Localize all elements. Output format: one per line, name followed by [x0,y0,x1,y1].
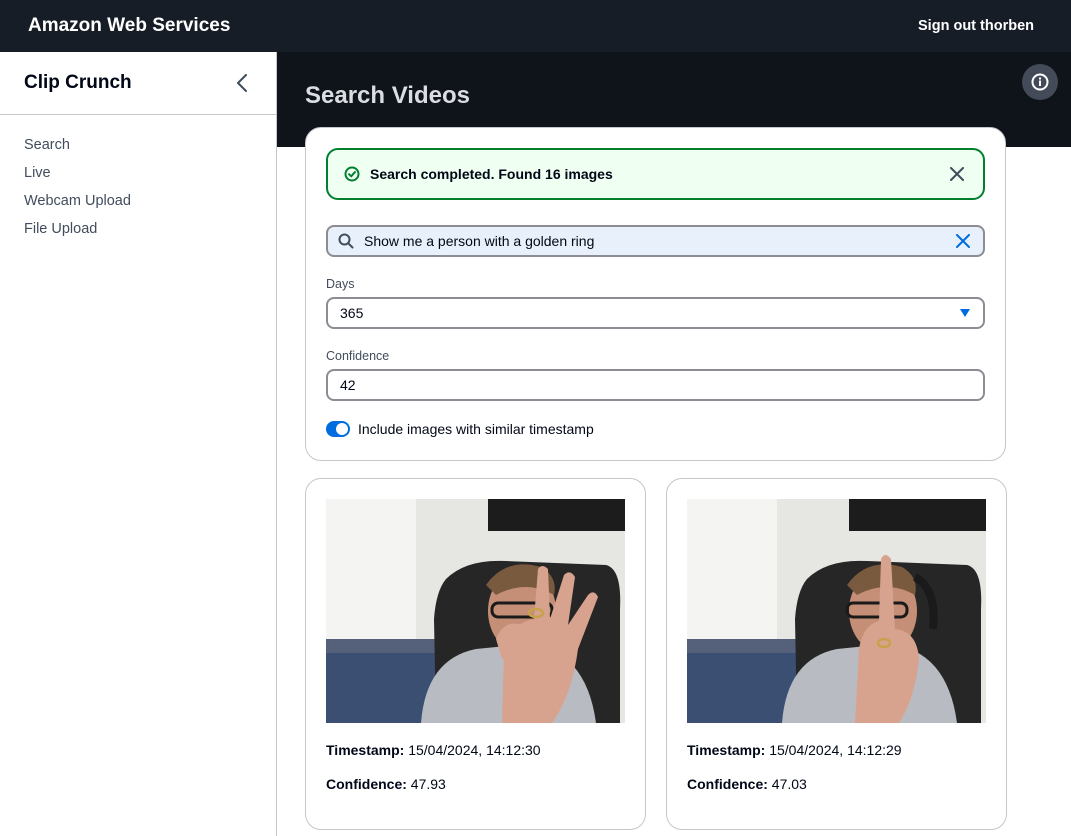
similar-timestamp-toggle[interactable] [326,421,350,437]
search-form-card: Search completed. Found 16 images Show m… [305,127,1006,461]
sidebar-header: Clip Crunch [0,52,276,115]
confidence-input[interactable]: 42 [326,369,985,401]
chevron-left-icon [237,74,247,92]
confidence-label: Confidence: [687,776,768,792]
clear-search-button[interactable] [953,231,973,251]
timestamp-label: Timestamp: [687,742,766,758]
info-icon [1031,73,1049,91]
result-image[interactable] [326,499,625,723]
result-thumbnail-graphic [687,499,986,723]
success-alert: Search completed. Found 16 images [326,148,985,200]
confidence-label: Confidence: [326,776,407,792]
info-button[interactable] [1022,64,1058,100]
collapse-sidebar-button[interactable] [232,73,252,93]
close-icon [956,234,970,248]
toggle-knob [336,423,348,435]
check-circle-icon [344,166,360,182]
similar-timestamp-toggle-row: Include images with similar timestamp [326,421,594,437]
result-timestamp: Timestamp: 15/04/2024, 14:12:30 [326,742,541,758]
confidence-label: Confidence [326,349,390,363]
dismiss-alert-button[interactable] [947,164,967,184]
sign-out-button[interactable]: Sign out thorben [918,18,1034,34]
caret-down-icon [960,309,970,317]
timestamp-value: 15/04/2024, 14:12:30 [408,742,541,758]
search-icon [338,233,354,249]
sidebar-item-search[interactable]: Search [0,136,276,164]
toggle-label[interactable]: Include images with similar timestamp [358,421,594,437]
search-query[interactable]: Show me a person with a golden ring [364,233,953,249]
close-icon [950,167,964,181]
search-input[interactable]: Show me a person with a golden ring [326,225,985,257]
days-label: Days [326,277,355,291]
brand-title[interactable]: Amazon Web Services [28,15,230,37]
sidebar-title[interactable]: Clip Crunch [24,72,132,94]
timestamp-value: 15/04/2024, 14:12:29 [769,742,902,758]
confidence-value: 47.03 [771,776,807,792]
sidebar-nav: Search Live Webcam Upload File Upload [0,115,276,248]
page-title: Search Videos [305,82,470,109]
result-thumbnail-graphic [326,499,625,723]
result-image[interactable] [687,499,986,723]
days-select[interactable]: 365 [326,297,985,329]
timestamp-label: Timestamp: [326,742,405,758]
confidence-value: 47.93 [410,776,446,792]
alert-message: Search completed. Found 16 images [370,166,613,182]
top-navigation: Amazon Web Services Sign out thorben [0,0,1071,52]
result-card: Timestamp: 15/04/2024, 14:12:30 Confiden… [305,478,646,830]
result-confidence: Confidence: 47.03 [687,776,807,792]
sidebar-item-webcam-upload[interactable]: Webcam Upload [0,192,276,220]
sidebar: Clip Crunch Search Live Webcam Upload Fi… [0,52,277,836]
sidebar-item-file-upload[interactable]: File Upload [0,220,276,248]
result-timestamp: Timestamp: 15/04/2024, 14:12:29 [687,742,902,758]
result-card: Timestamp: 15/04/2024, 14:12:29 Confiden… [666,478,1007,830]
main-content: Search Videos Search completed. Found 16… [277,52,1071,836]
sidebar-item-live[interactable]: Live [0,164,276,192]
result-confidence: Confidence: 47.93 [326,776,446,792]
days-value: 365 [340,305,364,321]
